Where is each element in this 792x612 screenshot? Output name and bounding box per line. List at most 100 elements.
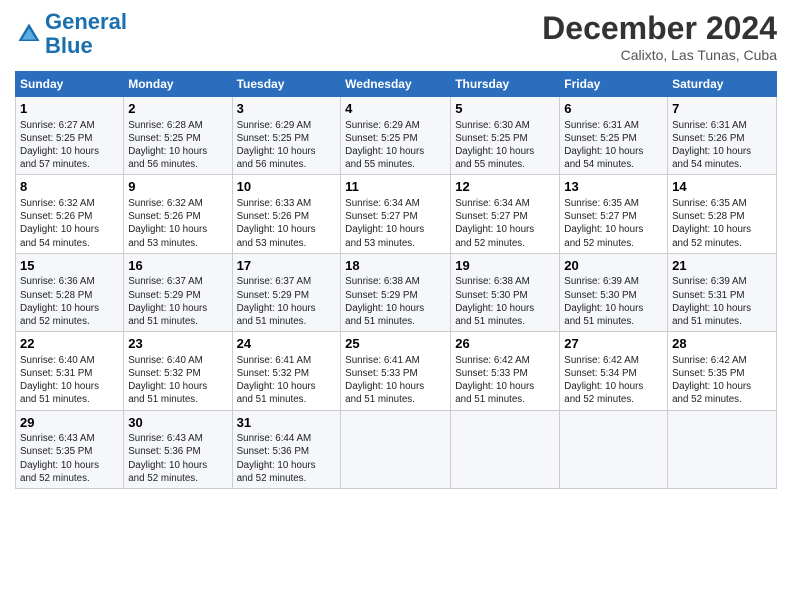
week-row-3: 15Sunrise: 6:36 AMSunset: 5:28 PMDayligh… bbox=[16, 253, 777, 331]
cell-info-line: Daylight: 10 hours bbox=[564, 380, 663, 393]
cell-info-line: Sunset: 5:36 PM bbox=[128, 445, 227, 458]
cell-info-line: and 56 minutes. bbox=[128, 158, 227, 171]
day-cell-23: 23Sunrise: 6:40 AMSunset: 5:32 PMDayligh… bbox=[124, 332, 232, 410]
cell-info-line: and 51 minutes. bbox=[237, 393, 337, 406]
cell-info-line: Sunset: 5:25 PM bbox=[455, 132, 555, 145]
week-row-4: 22Sunrise: 6:40 AMSunset: 5:31 PMDayligh… bbox=[16, 332, 777, 410]
day-cell-12: 12Sunrise: 6:34 AMSunset: 5:27 PMDayligh… bbox=[451, 175, 560, 253]
day-number: 27 bbox=[564, 335, 663, 353]
cell-info-line: Sunrise: 6:41 AM bbox=[237, 354, 337, 367]
cell-info-line: Sunrise: 6:37 AM bbox=[237, 275, 337, 288]
day-number: 12 bbox=[455, 178, 555, 196]
column-header-friday: Friday bbox=[560, 72, 668, 97]
cell-info-line: and 51 minutes. bbox=[672, 315, 772, 328]
cell-info-line: and 52 minutes. bbox=[20, 315, 119, 328]
day-number: 7 bbox=[672, 100, 772, 118]
cell-info-line: Sunset: 5:27 PM bbox=[564, 210, 663, 223]
cell-info-line: Daylight: 10 hours bbox=[455, 302, 555, 315]
day-number: 24 bbox=[237, 335, 337, 353]
cell-info-line: Daylight: 10 hours bbox=[20, 302, 119, 315]
cell-info-line: Daylight: 10 hours bbox=[128, 223, 227, 236]
day-number: 2 bbox=[128, 100, 227, 118]
day-number: 8 bbox=[20, 178, 119, 196]
cell-info-line: Daylight: 10 hours bbox=[345, 223, 446, 236]
cell-info-line: Sunrise: 6:30 AM bbox=[455, 119, 555, 132]
cell-info-line: Daylight: 10 hours bbox=[345, 145, 446, 158]
cell-info-line: Sunset: 5:31 PM bbox=[20, 367, 119, 380]
cell-info-line: Sunrise: 6:32 AM bbox=[20, 197, 119, 210]
cell-info-line: Sunset: 5:28 PM bbox=[672, 210, 772, 223]
day-number: 26 bbox=[455, 335, 555, 353]
day-cell-2: 2Sunrise: 6:28 AMSunset: 5:25 PMDaylight… bbox=[124, 97, 232, 175]
day-number: 10 bbox=[237, 178, 337, 196]
day-cell-30: 30Sunrise: 6:43 AMSunset: 5:36 PMDayligh… bbox=[124, 410, 232, 488]
day-cell-6: 6Sunrise: 6:31 AMSunset: 5:25 PMDaylight… bbox=[560, 97, 668, 175]
cell-info-line: and 54 minutes. bbox=[672, 158, 772, 171]
day-number: 19 bbox=[455, 257, 555, 275]
cell-info-line: Sunrise: 6:29 AM bbox=[237, 119, 337, 132]
day-cell-16: 16Sunrise: 6:37 AMSunset: 5:29 PMDayligh… bbox=[124, 253, 232, 331]
logo-general: General bbox=[45, 9, 127, 34]
cell-info-line: Sunrise: 6:44 AM bbox=[237, 432, 337, 445]
cell-info-line: Sunrise: 6:42 AM bbox=[672, 354, 772, 367]
cell-info-line: Sunrise: 6:41 AM bbox=[345, 354, 446, 367]
day-number: 3 bbox=[237, 100, 337, 118]
cell-info-line: and 51 minutes. bbox=[455, 315, 555, 328]
cell-info-line: Sunrise: 6:43 AM bbox=[128, 432, 227, 445]
cell-info-line: and 51 minutes. bbox=[20, 393, 119, 406]
cell-info-line: Daylight: 10 hours bbox=[455, 380, 555, 393]
cell-info-line: Sunrise: 6:39 AM bbox=[672, 275, 772, 288]
week-row-5: 29Sunrise: 6:43 AMSunset: 5:35 PMDayligh… bbox=[16, 410, 777, 488]
cell-info-line: Sunrise: 6:43 AM bbox=[20, 432, 119, 445]
day-cell-22: 22Sunrise: 6:40 AMSunset: 5:31 PMDayligh… bbox=[16, 332, 124, 410]
day-number: 11 bbox=[345, 178, 446, 196]
cell-info-line: Sunset: 5:31 PM bbox=[672, 289, 772, 302]
day-cell-14: 14Sunrise: 6:35 AMSunset: 5:28 PMDayligh… bbox=[668, 175, 777, 253]
cell-info-line: Sunset: 5:30 PM bbox=[455, 289, 555, 302]
day-number: 5 bbox=[455, 100, 555, 118]
cell-info-line: Sunset: 5:36 PM bbox=[237, 445, 337, 458]
day-cell-21: 21Sunrise: 6:39 AMSunset: 5:31 PMDayligh… bbox=[668, 253, 777, 331]
empty-cell bbox=[560, 410, 668, 488]
cell-info-line: Daylight: 10 hours bbox=[128, 145, 227, 158]
cell-info-line: Sunrise: 6:31 AM bbox=[564, 119, 663, 132]
cell-info-line: Sunset: 5:26 PM bbox=[672, 132, 772, 145]
cell-info-line: and 52 minutes. bbox=[455, 237, 555, 250]
cell-info-line: and 52 minutes. bbox=[564, 237, 663, 250]
cell-info-line: and 53 minutes. bbox=[237, 237, 337, 250]
week-row-2: 8Sunrise: 6:32 AMSunset: 5:26 PM Daylight… bbox=[16, 175, 777, 253]
logo-blue: Blue bbox=[45, 33, 93, 58]
day-number: 30 bbox=[128, 414, 227, 432]
cell-info-line: Sunrise: 6:36 AM bbox=[20, 275, 119, 288]
cell-info-line: Sunrise: 6:38 AM bbox=[345, 275, 446, 288]
cell-info-line: Daylight: 10 hours bbox=[345, 380, 446, 393]
cell-info-line: Sunrise: 6:37 AM bbox=[128, 275, 227, 288]
day-number: 25 bbox=[345, 335, 446, 353]
cell-info-line: Sunset: 5:25 PM bbox=[345, 132, 446, 145]
cell-info-line: Sunset: 5:29 PM bbox=[237, 289, 337, 302]
cell-info-line: Sunset: 5:33 PM bbox=[455, 367, 555, 380]
cell-info-line: Sunrise: 6:35 AM bbox=[564, 197, 663, 210]
cell-info-line: Sunset: 5:26 PM bbox=[20, 210, 119, 223]
day-cell-25: 25Sunrise: 6:41 AMSunset: 5:33 PMDayligh… bbox=[341, 332, 451, 410]
cell-info-line: and 51 minutes. bbox=[455, 393, 555, 406]
day-number: 13 bbox=[564, 178, 663, 196]
cell-info-line: and 57 minutes. bbox=[20, 158, 119, 171]
cell-info-line: Sunset: 5:27 PM bbox=[345, 210, 446, 223]
cell-info-line: and 55 minutes. bbox=[455, 158, 555, 171]
day-cell-26: 26Sunrise: 6:42 AMSunset: 5:33 PMDayligh… bbox=[451, 332, 560, 410]
cell-info-line: Sunrise: 6:31 AM bbox=[672, 119, 772, 132]
cell-info-line: and 54 minutes. bbox=[564, 158, 663, 171]
day-number: 17 bbox=[237, 257, 337, 275]
calendar-table: SundayMondayTuesdayWednesdayThursdayFrid… bbox=[15, 71, 777, 489]
day-cell-17: 17Sunrise: 6:37 AMSunset: 5:29 PMDayligh… bbox=[232, 253, 341, 331]
empty-cell bbox=[341, 410, 451, 488]
day-cell-20: 20Sunrise: 6:39 AMSunset: 5:30 PMDayligh… bbox=[560, 253, 668, 331]
cell-info-line: and 52 minutes. bbox=[672, 393, 772, 406]
cell-info-line: Sunset: 5:27 PM bbox=[455, 210, 555, 223]
cell-info-line: Sunset: 5:34 PM bbox=[564, 367, 663, 380]
day-cell-4: 4Sunrise: 6:29 AMSunset: 5:25 PMDaylight… bbox=[341, 97, 451, 175]
cell-info-line: and 55 minutes. bbox=[345, 158, 446, 171]
cell-info-line: Sunrise: 6:42 AM bbox=[564, 354, 663, 367]
cell-info-line: Sunset: 5:33 PM bbox=[345, 367, 446, 380]
